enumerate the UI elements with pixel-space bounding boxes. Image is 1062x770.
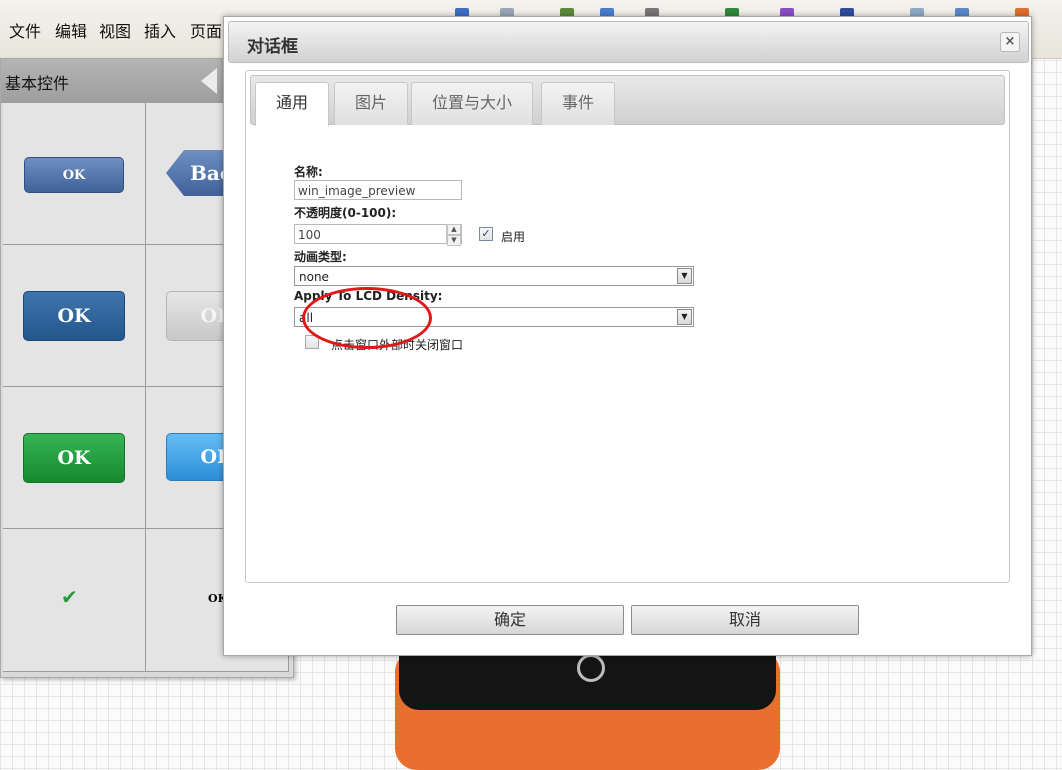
dialog-title: 对话框 <box>247 37 298 57</box>
panel-title: 基本控件 <box>5 74 70 93</box>
name-field[interactable]: win_image_preview <box>294 180 462 200</box>
cancel-button[interactable]: 取消 <box>631 605 859 635</box>
sample-button-ok-dark: OK <box>23 291 125 341</box>
dropdown-arrow-icon[interactable]: ▼ <box>677 268 692 284</box>
check-icon: ✔ <box>61 585 78 609</box>
animation-type-label: 动画类型: <box>294 250 347 264</box>
dialog-window: 对话框 × 通用 图片 位置与大小 事件 名称: win_image_previ… <box>223 16 1032 656</box>
close-button[interactable]: × <box>1000 32 1020 52</box>
density-select[interactable]: all ▼ <box>294 307 694 327</box>
sample-button-ok-green: OK <box>23 433 125 483</box>
tab-image[interactable]: 图片 <box>334 82 409 125</box>
device-screen <box>399 650 776 710</box>
animation-type-value: none <box>299 270 329 284</box>
close-outside-label: 点击窗口外部时关闭窗口 <box>331 338 464 352</box>
spin-down-icon[interactable]: ▼ <box>447 235 461 246</box>
home-button-icon <box>577 654 605 682</box>
ok-button[interactable]: 确定 <box>396 605 624 635</box>
tab-general[interactable]: 通用 <box>255 82 330 126</box>
control-cell[interactable]: OK <box>3 245 146 387</box>
opacity-stepper[interactable]: ▲ ▼ <box>446 224 461 246</box>
dialog-content: 通用 图片 位置与大小 事件 名称: win_image_preview 不透明… <box>245 70 1010 583</box>
animation-type-select[interactable]: none ▼ <box>294 266 694 286</box>
density-value: all <box>299 311 314 325</box>
enable-label: 启用 <box>501 230 526 244</box>
sample-button-ok: OK <box>24 157 124 193</box>
menu-edit[interactable]: 编辑 <box>55 18 87 42</box>
control-cell[interactable]: ✔ <box>3 529 146 672</box>
control-cell[interactable]: OK <box>3 387 146 529</box>
dialog-titlebar[interactable]: 对话框 × <box>228 21 1029 63</box>
density-label: Apply To LCD Density: <box>294 289 443 303</box>
opacity-field[interactable]: 100 <box>294 224 462 244</box>
opacity-label: 不透明度(0-100): <box>294 206 397 220</box>
menu-file[interactable]: 文件 <box>9 18 41 42</box>
tab-events[interactable]: 事件 <box>541 82 616 125</box>
tab-position-size[interactable]: 位置与大小 <box>411 82 534 125</box>
enable-checkbox[interactable]: ✓ <box>479 227 493 241</box>
control-cell[interactable]: OK <box>3 103 146 245</box>
menu-view[interactable]: 视图 <box>99 18 131 42</box>
name-label: 名称: <box>294 165 323 179</box>
collapse-arrow-icon[interactable] <box>201 68 217 94</box>
menu-page[interactable]: 页面 <box>190 18 222 42</box>
close-outside-checkbox[interactable] <box>305 335 319 349</box>
menu-insert[interactable]: 插入 <box>144 18 176 42</box>
device-preview <box>395 650 780 770</box>
dropdown-arrow-icon[interactable]: ▼ <box>677 309 692 325</box>
tab-bar: 通用 图片 位置与大小 事件 <box>250 75 1005 126</box>
spin-up-icon[interactable]: ▲ <box>447 224 461 235</box>
